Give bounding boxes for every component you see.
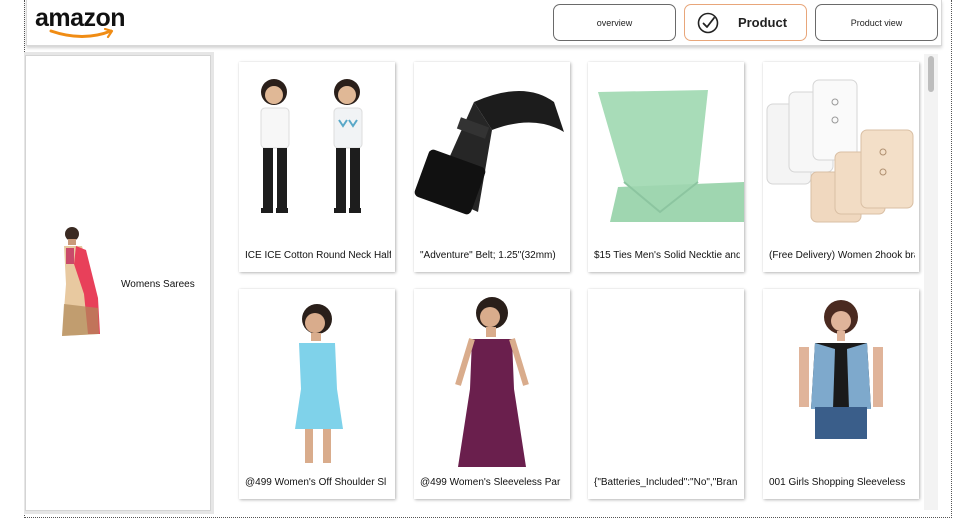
denim-vest-image xyxy=(799,300,883,439)
purple-dress-image xyxy=(455,297,529,467)
product-card[interactable]: "Adventure" Belt; 1.25"(32mm) xyxy=(414,62,570,272)
product-view-button[interactable]: Product view xyxy=(815,4,938,41)
product-label: Product xyxy=(737,15,788,30)
product-button[interactable]: Product xyxy=(684,4,807,41)
product-card[interactable]: 001 Girls Shopping Sleeveless xyxy=(763,289,919,499)
blank-image xyxy=(588,289,744,467)
product-card[interactable]: {"Batteries_Included":"No","Bran xyxy=(588,289,744,499)
overview-label: overview xyxy=(596,17,633,28)
product-grid: ICE ICE Cotton Round Neck Half "Adventur… xyxy=(216,60,922,518)
logo-smile-icon xyxy=(49,28,114,39)
product-card[interactable]: @499 Women's Off Shoulder Sl xyxy=(239,289,395,499)
product-card[interactable]: (Free Delivery) Women 2hook bra xyxy=(763,62,919,272)
product-grid-scrollbar[interactable] xyxy=(924,54,938,510)
scrollbar-thumb[interactable] xyxy=(928,56,934,92)
product-card[interactable]: ICE ICE Cotton Round Neck Half xyxy=(239,62,395,272)
product-view-label: Product view xyxy=(850,17,903,28)
top-header: amazon overview Product Product view xyxy=(26,0,942,46)
product-title: {"Batteries_Included":"No","Bran xyxy=(594,477,738,488)
black-belt-image xyxy=(414,91,564,215)
product-title: 001 Girls Shopping Sleeveless xyxy=(769,477,906,488)
girls-tshirt-image xyxy=(260,79,363,213)
product-title: @499 Women's Sleeveless Par xyxy=(420,477,561,488)
saree-product-image xyxy=(62,227,100,336)
product-title: ICE ICE Cotton Round Neck Half xyxy=(245,250,391,261)
product-title: (Free Delivery) Women 2hook bra xyxy=(769,250,915,261)
product-card[interactable]: $15 Ties Men's Solid Necktie and xyxy=(588,62,744,272)
bra-extender-image xyxy=(766,79,914,223)
overview-button[interactable]: overview xyxy=(553,4,676,41)
check-circle-icon xyxy=(697,12,719,34)
amazon-logo[interactable]: amazon xyxy=(35,4,141,42)
sidebar-item-label: Womens Sarees xyxy=(121,279,195,290)
sidebar-item-womens-sarees[interactable]: Womens Sarees xyxy=(46,224,206,344)
product-title: @499 Women's Off Shoulder Sl xyxy=(245,477,387,488)
product-title: "Adventure" Belt; 1.25"(32mm) xyxy=(420,250,556,261)
sidebar-panel: Womens Sarees xyxy=(25,55,211,511)
product-card[interactable]: @499 Women's Sleeveless Par xyxy=(414,289,570,499)
category-sidebar: Womens Sarees xyxy=(24,52,214,514)
product-title: $15 Ties Men's Solid Necktie and xyxy=(594,250,740,261)
blue-dress-image xyxy=(295,304,343,463)
green-necktie-image xyxy=(598,90,744,222)
